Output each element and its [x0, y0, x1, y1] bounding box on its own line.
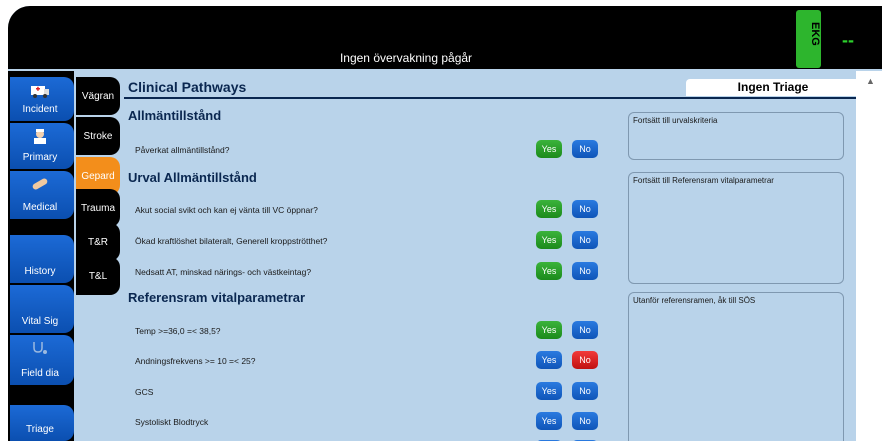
nav-label: Triage — [26, 424, 54, 435]
section-heading: Urval Allmäntillstånd — [128, 170, 257, 185]
nav-incident[interactable]: Incident — [10, 77, 74, 121]
pathway-nav: Vägran Stroke Gepard Trauma T&R T&L — [76, 71, 120, 441]
nav-label: History — [24, 266, 56, 277]
pathway-tab-t-and-l[interactable]: T&L — [76, 257, 120, 295]
yes-button[interactable]: Yes — [536, 321, 562, 339]
question-label: Andningsfrekvens >= 10 =< 25? — [135, 356, 256, 366]
stethoscope-icon — [33, 342, 47, 354]
no-button[interactable]: No — [572, 351, 598, 369]
pathway-tab-trauma[interactable]: Trauma — [76, 189, 120, 227]
bandage-icon — [32, 178, 48, 190]
nav-medical[interactable]: Medical — [10, 171, 74, 219]
no-button[interactable]: No — [572, 321, 598, 339]
nav-vital-signs[interactable]: Vital Sig — [10, 285, 74, 333]
question-label: GCS — [135, 387, 154, 397]
top-status-bar: Ingen övervakning pågår EKG -- — [8, 6, 882, 69]
question-label: Nedsatt AT, minskad närings- och västkei… — [135, 267, 312, 277]
section-heading: Allmäntillstånd — [128, 108, 222, 123]
question-label: Temp >=36,0 =< 38,5? — [135, 326, 221, 336]
app-window: Ingen övervakning pågår EKG -- Incident … — [8, 6, 882, 441]
ekg-value: -- — [842, 30, 854, 50]
scroll-up-icon[interactable]: ▲ — [866, 76, 875, 86]
nurse-icon — [34, 129, 46, 144]
main-nav: Incident Primary Medical History Vital S… — [8, 71, 74, 441]
yes-button[interactable]: Yes — [536, 412, 562, 430]
pathway-info-box: Utanför referensramen, åk till SÖS — [628, 292, 844, 441]
nav-field-diagnosis[interactable]: Field dia — [10, 335, 74, 385]
question-label: Ökad kraftlöshet bilateralt, Generell kr… — [135, 236, 328, 246]
nav-primary[interactable]: Primary — [10, 123, 74, 169]
yes-button[interactable]: Yes — [536, 231, 562, 249]
nav-label: Field dia — [21, 368, 59, 379]
yes-button[interactable]: Yes — [536, 140, 562, 158]
no-button[interactable]: No — [572, 231, 598, 249]
pathway-tab-t-and-r[interactable]: T&R — [76, 223, 120, 261]
triage-level: Ingen Triage — [686, 79, 860, 96]
no-button[interactable]: No — [572, 262, 598, 280]
scrollbar[interactable] — [856, 71, 882, 441]
page-header: Clinical Pathways Ingen Triage — [124, 79, 860, 97]
yes-button[interactable]: Yes — [536, 382, 562, 400]
no-button[interactable]: No — [572, 382, 598, 400]
title-divider — [124, 97, 856, 99]
nav-label: Medical — [22, 202, 58, 213]
yes-button[interactable]: Yes — [536, 200, 562, 218]
pathway-tab-vagran[interactable]: Vägran — [76, 77, 120, 115]
ekg-label: EKG — [809, 22, 821, 46]
yes-button[interactable]: Yes — [536, 351, 562, 369]
nav-triage[interactable]: Triage — [10, 405, 74, 441]
page-title: Clinical Pathways — [128, 79, 247, 95]
question-label: Akut social svikt och kan ej vänta till … — [135, 205, 318, 215]
pathway-info-box: Fortsätt till urvalskriteria — [628, 112, 844, 160]
nav-history[interactable]: History — [10, 235, 74, 283]
no-button[interactable]: No — [572, 412, 598, 430]
no-button[interactable]: No — [572, 140, 598, 158]
nav-label: Primary — [22, 152, 58, 163]
monitoring-status: Ingen övervakning pågår — [339, 51, 473, 65]
pathway-tab-stroke[interactable]: Stroke — [76, 117, 120, 155]
no-button[interactable]: No — [572, 200, 598, 218]
nav-label: Vital Sig — [21, 316, 59, 327]
pathway-info-box: Fortsätt till Referensram vitalparametra… — [628, 172, 844, 284]
yes-button[interactable]: Yes — [536, 262, 562, 280]
ambulance-icon — [31, 86, 49, 98]
section-heading: Referensram vitalparametrar — [128, 290, 306, 305]
question-label: Systoliskt Blodtryck — [135, 417, 209, 427]
nav-label: Incident — [22, 104, 58, 115]
question-label: Påverkat allmäntillstånd? — [135, 145, 230, 155]
